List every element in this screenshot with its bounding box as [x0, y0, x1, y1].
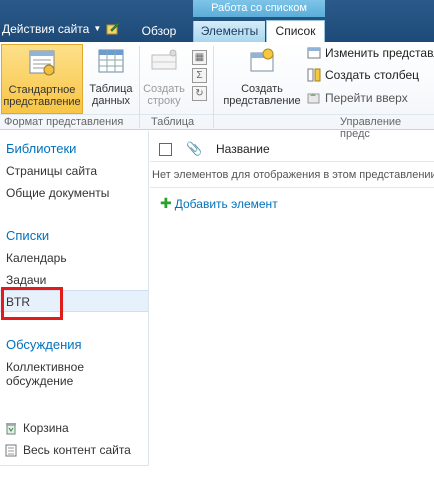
table-small-tools: ▦ Σ ↻ [192, 50, 208, 104]
ribbon-separator [139, 46, 140, 128]
group-label-table: Таблица [151, 116, 195, 128]
create-row-icon [151, 49, 177, 70]
list-view: 📎 Название Нет элементов для отображения… [150, 131, 434, 471]
create-column-label: Создать столбец [325, 68, 419, 82]
nav-item-recycle-bin[interactable]: Корзина [5, 421, 69, 435]
nav-item-team-discussion-1[interactable]: Коллективное [6, 360, 84, 374]
create-view-label: Создать представление [223, 83, 301, 107]
create-view-button[interactable]: Создать представление [220, 47, 304, 115]
tab-browse[interactable]: Обзор [134, 21, 184, 42]
site-actions-menu[interactable]: Действия сайта ▼ [2, 19, 101, 39]
navigate-up-icon [307, 93, 320, 104]
standard-view-label: Стандартное представление [3, 84, 81, 108]
datasheet-view-label: Таблица данных [89, 83, 133, 107]
navigate-up-label: Перейти вверх [325, 91, 408, 105]
standard-view-button[interactable]: Стандартное представление [1, 44, 83, 114]
nav-item-calendar[interactable]: Календарь [6, 251, 67, 265]
create-row-button[interactable]: Создать строку [141, 47, 187, 115]
nav-item-team-discussion-2[interactable]: обсуждение [6, 374, 73, 388]
nav-heading-discussions[interactable]: Обсуждения [6, 337, 82, 352]
create-column-icon [307, 68, 321, 82]
plus-icon: ✚ [160, 195, 172, 211]
header-divider [150, 161, 434, 162]
add-item-link[interactable]: ✚ Добавить элемент [160, 195, 278, 212]
highlight-annotation-box [1, 287, 63, 320]
empty-list-message: Нет элементов для отображения в этом пре… [152, 169, 434, 181]
tab-list[interactable]: Список [266, 20, 325, 42]
grid-icon[interactable]: ▦ [192, 50, 207, 65]
nav-heading-libraries[interactable]: Библиотеки [6, 141, 76, 156]
context-group-label: Работа со списком [193, 0, 325, 17]
create-view-icon [250, 48, 274, 72]
modify-view-button[interactable]: Изменить представл [307, 46, 434, 60]
nav-heading-lists[interactable]: Списки [6, 228, 49, 243]
top-bar: Работа со списком Действия сайта ▼ Обзор… [0, 0, 434, 42]
column-header-title[interactable]: Название [216, 142, 270, 156]
nav-item-site-pages[interactable]: Страницы сайта [6, 164, 97, 178]
modify-view-icon [307, 47, 321, 59]
create-column-button[interactable]: Создать столбец [307, 68, 419, 82]
standard-view-icon [29, 50, 55, 76]
nav-item-all-site-content[interactable]: Весь контент сайта [5, 443, 131, 457]
recycle-bin-icon [6, 422, 16, 434]
create-row-label: Создать строку [143, 83, 185, 107]
sum-icon[interactable]: Σ [192, 68, 207, 83]
site-actions-label: Действия сайта [2, 22, 90, 36]
navigate-up-button[interactable]: Перейти вверх [307, 91, 408, 105]
nav-item-shared-documents[interactable]: Общие документы [6, 186, 109, 200]
ribbon-separator [213, 46, 214, 128]
ribbon-group-labels: Формат представления Таблица Управление … [0, 114, 434, 140]
add-item-label: Добавить элемент [174, 196, 278, 211]
datasheet-icon [98, 49, 124, 73]
nav-item-tasks[interactable]: Задачи [6, 273, 46, 287]
datasheet-view-button[interactable]: Таблица данных [85, 47, 137, 115]
all-site-content-icon [5, 444, 17, 456]
dropdown-arrow-icon: ▼ [93, 24, 102, 33]
edit-page-icon[interactable] [106, 21, 120, 35]
tab-items[interactable]: Элементы [193, 21, 265, 42]
list-header-row: 📎 Название [150, 141, 434, 163]
ribbon: Стандартное представление Таблица данных… [0, 42, 434, 140]
modify-view-label: Изменить представл [325, 46, 434, 60]
select-all-checkbox[interactable] [159, 143, 172, 156]
all-site-content-label: Весь контент сайта [23, 443, 131, 457]
attachment-icon: 📎 [186, 141, 203, 156]
group-label-view-format: Формат представления [4, 116, 124, 128]
recycle-bin-label: Корзина [23, 421, 69, 435]
refresh-icon[interactable]: ↻ [192, 86, 207, 101]
empty-row-divider [150, 187, 434, 188]
